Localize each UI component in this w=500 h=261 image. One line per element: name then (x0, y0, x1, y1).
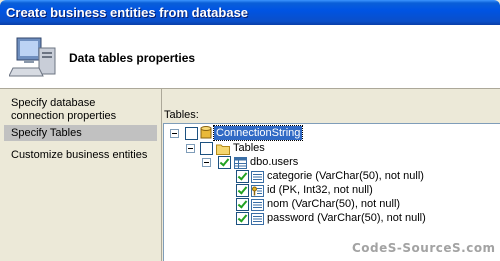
nav-item-connection-line1: Specify database (11, 97, 96, 109)
computer-icon (8, 30, 59, 85)
nav-item-specify-tables[interactable]: Specify Tables (4, 125, 157, 141)
column-label: nom (VarChar(50), not null) (267, 198, 401, 210)
collapse-icon[interactable] (202, 158, 211, 167)
tree-node-column[interactable]: categorie (VarChar(50), not null) (164, 169, 494, 184)
wizard-steps-nav: Specify database connection properties S… (0, 89, 161, 261)
column-checkbox[interactable] (236, 170, 249, 183)
tree-node-column[interactable]: id (PK, Int32, not null) (164, 183, 494, 198)
tree-node-tables-folder[interactable]: Tables (164, 141, 494, 156)
header-title: Data tables properties (69, 51, 196, 65)
watermark: CodeS-SourceS.com (352, 241, 496, 255)
tree-node-column[interactable]: nom (VarChar(50), not null) (164, 197, 494, 212)
title-bar[interactable]: Create business entities from database (0, 0, 500, 25)
collapse-icon[interactable] (186, 144, 195, 153)
wizard-header: Data tables properties (0, 25, 500, 89)
tree-node-connection[interactable]: ConnectionString (164, 125, 494, 141)
tables-label: Tables: (164, 109, 199, 121)
column-checkbox[interactable] (236, 184, 249, 197)
table-label: dbo.users (250, 156, 299, 168)
nav-item-connection[interactable]: Specify database connection properties (4, 97, 157, 123)
column-icon (251, 212, 264, 230)
column-label: password (VarChar(50), not null) (267, 212, 426, 224)
nav-item-customize[interactable]: Customize business entities (4, 149, 157, 162)
nav-divider (161, 89, 162, 261)
column-checkbox[interactable] (236, 198, 249, 211)
nav-item-connection-line2: connection properties (11, 110, 117, 122)
table-checkbox[interactable] (218, 156, 231, 169)
connection-checkbox[interactable] (185, 127, 198, 140)
connection-label: ConnectionString (212, 125, 304, 141)
tree-node-column[interactable]: password (VarChar(50), not null) (164, 211, 494, 226)
column-checkbox[interactable] (236, 212, 249, 225)
window-title: Create business entities from database (6, 5, 249, 20)
column-label: id (PK, Int32, not null) (267, 184, 373, 196)
tables-folder-label: Tables (233, 142, 265, 154)
column-label: categorie (VarChar(50), not null) (267, 170, 424, 182)
collapse-icon[interactable] (170, 129, 179, 138)
tree-node-table-users[interactable]: dbo.users (164, 155, 494, 170)
nav-item-label: Specify Tables (11, 127, 82, 139)
tables-folder-checkbox[interactable] (200, 142, 213, 155)
nav-item-label: Customize business entities (11, 149, 148, 161)
